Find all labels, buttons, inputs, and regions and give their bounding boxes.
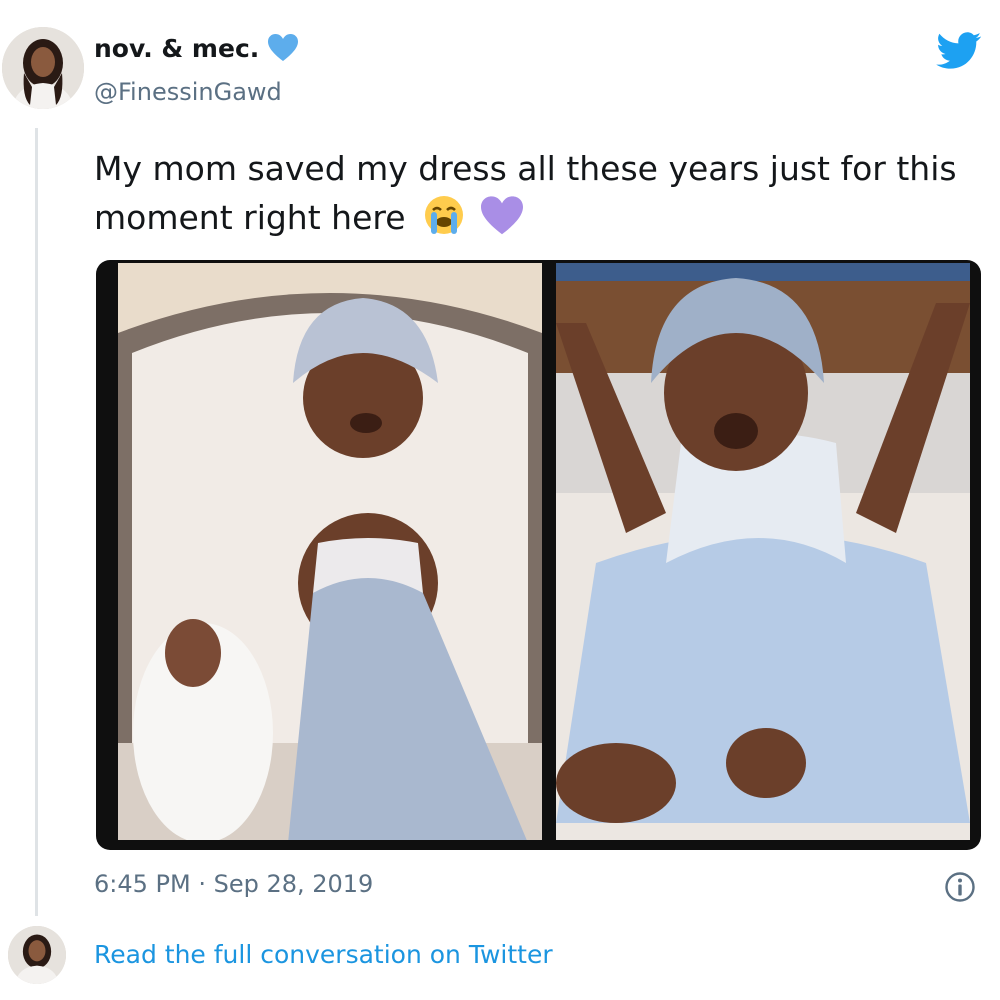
author-display-name[interactable]: nov. & mec. xyxy=(94,34,259,63)
baby-photo-recent-on-bed[interactable] xyxy=(556,263,970,840)
info-icon[interactable] xyxy=(944,871,976,903)
author-avatar[interactable] xyxy=(2,27,84,109)
reply-avatar[interactable] xyxy=(8,926,66,984)
blue-heart-icon xyxy=(268,34,299,61)
tweet-timestamp[interactable]: 6:45 PM · Sep 28, 2019 xyxy=(94,870,373,898)
thread-line xyxy=(35,128,38,916)
tweet-text-body: My mom saved my dress all these years ju… xyxy=(94,149,957,237)
purple-heart-icon xyxy=(480,196,523,235)
author-handle[interactable]: @FinessinGawd xyxy=(94,78,282,106)
baby-photo-old-portrait[interactable] xyxy=(118,263,542,840)
read-full-conversation-link[interactable]: Read the full conversation on Twitter xyxy=(94,940,553,969)
loudly-crying-face-icon xyxy=(425,196,464,234)
twitter-bird-icon[interactable] xyxy=(936,32,982,70)
author-display-name-row[interactable]: nov. & mec. xyxy=(94,33,299,63)
tweet-text: My mom saved my dress all these years ju… xyxy=(94,145,974,242)
